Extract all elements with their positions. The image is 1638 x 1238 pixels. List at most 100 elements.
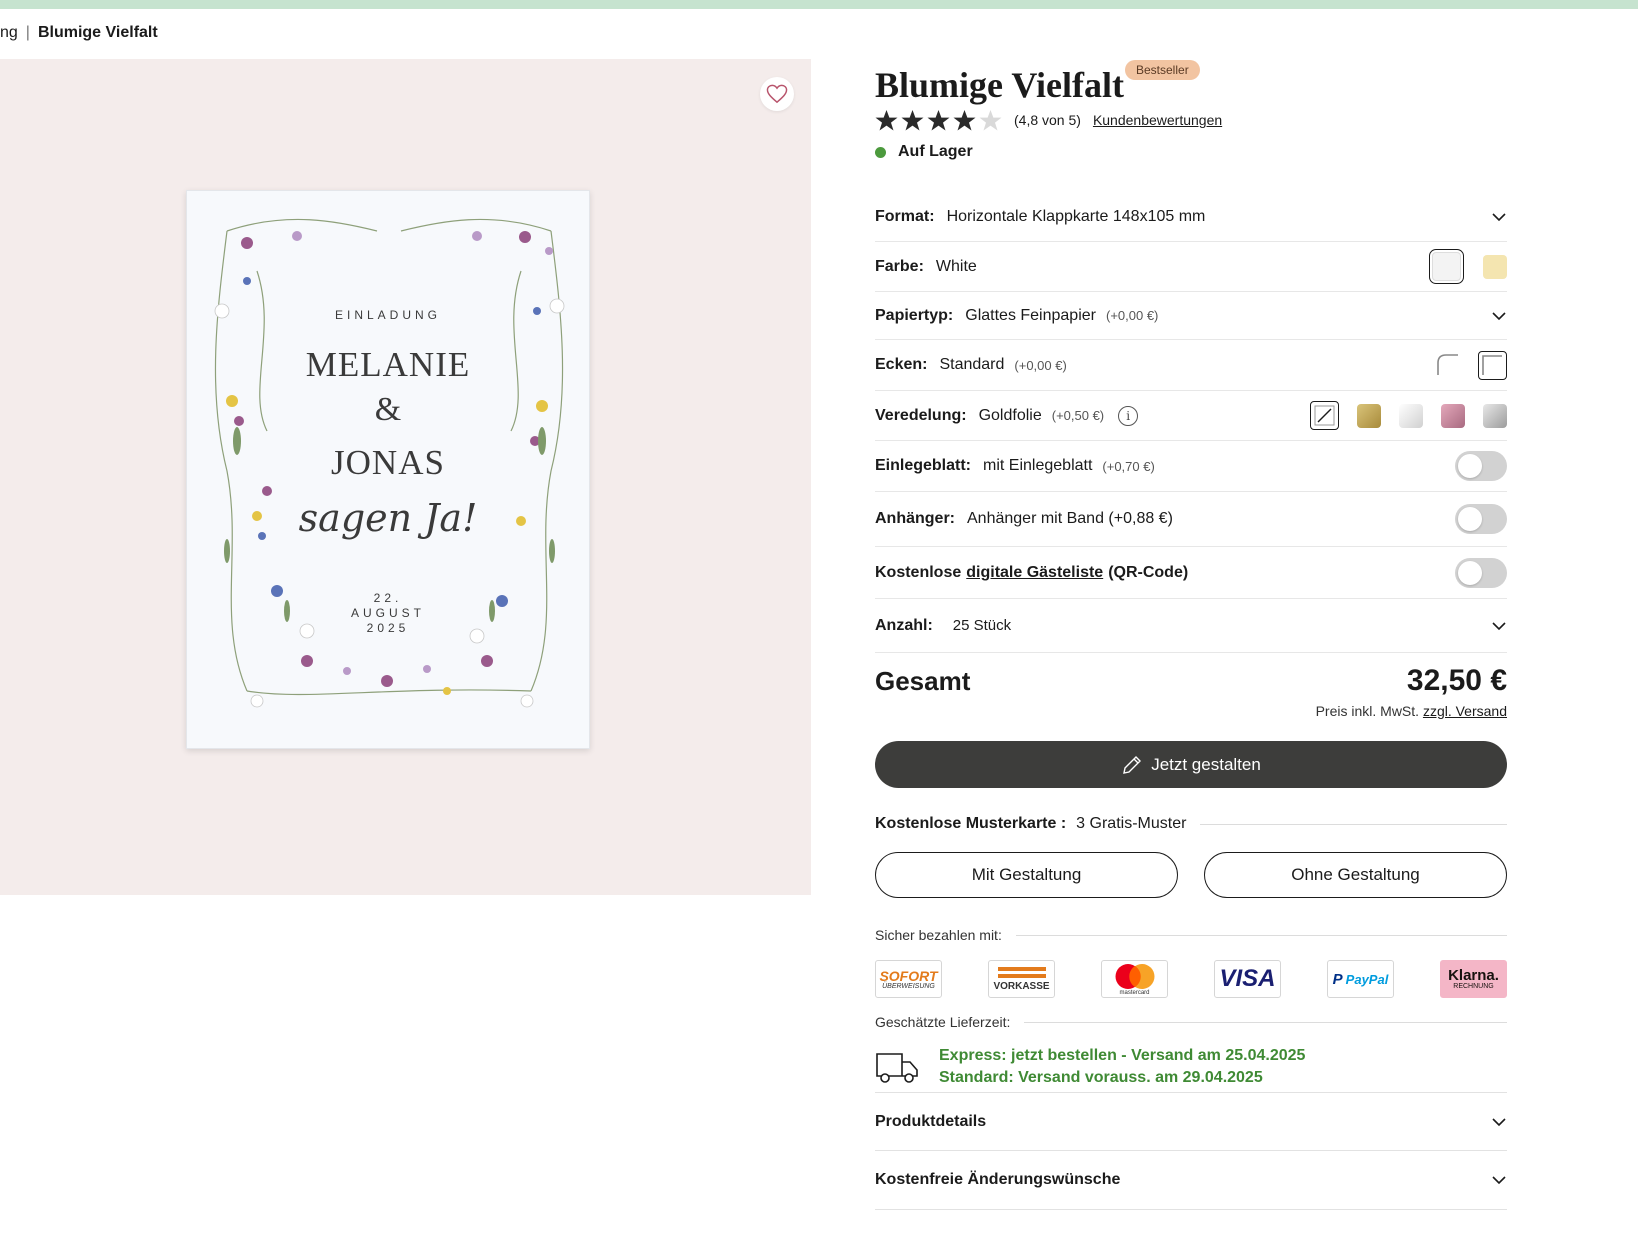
breadcrumb-prev-link[interactable]: ng xyxy=(0,24,18,41)
stock-label: Auf Lager xyxy=(898,143,973,160)
tax-note: Preis inkl. MwSt. zzgl. Versand xyxy=(1316,703,1507,719)
payment-label: Sicher bezahlen mit: xyxy=(875,927,1002,943)
stock-status: Auf Lager xyxy=(875,143,973,161)
gaesteliste-prefix: Kostenlose xyxy=(875,563,962,581)
star-empty-icon xyxy=(979,109,1002,131)
no-finish-icon xyxy=(1314,405,1335,426)
einlegeblatt-value: mit Einlegeblatt xyxy=(983,457,1093,474)
divider xyxy=(1024,1021,1507,1023)
finish-white-swatch[interactable] xyxy=(1399,403,1423,428)
card-date-month: AUGUST xyxy=(350,606,425,620)
card-date: 22. AUGUST 2025 xyxy=(187,591,589,636)
ecken-value: Standard xyxy=(939,356,1005,373)
reviews-link[interactable]: Kundenbewertungen xyxy=(1093,112,1222,128)
total-row: Gesamt 32,50 € xyxy=(875,664,1507,698)
paypal-p-icon: P xyxy=(1332,970,1343,988)
square-corner-option[interactable] xyxy=(1478,350,1507,380)
anhaenger-value: Anhänger mit Band (+0,88 €) xyxy=(967,510,1173,527)
farbe-value: White xyxy=(935,257,977,275)
rating-score: (4,8 von 5) xyxy=(1014,112,1081,128)
total-price: 32,50 € xyxy=(1406,664,1507,697)
finish-rose-swatch[interactable] xyxy=(1441,403,1465,428)
design-now-label: Jetzt gestalten xyxy=(1151,754,1261,774)
star-icon xyxy=(953,109,976,131)
sofort-subtext: ÜBERWEISUNG xyxy=(882,982,935,990)
wishlist-button[interactable] xyxy=(760,77,794,111)
gaesteliste-toggle[interactable] xyxy=(1455,557,1507,588)
design-now-button[interactable]: Jetzt gestalten xyxy=(875,741,1507,788)
rating-row: (4,8 von 5) Kundenbewertungen xyxy=(875,109,1222,131)
accordion-produktdetails[interactable]: Produktdetails xyxy=(875,1092,1507,1151)
veredelung-value: Goldfolie xyxy=(978,406,1042,424)
anhaenger-toggle[interactable] xyxy=(1455,504,1507,534)
invitation-card-image[interactable]: EINLADUNG MELANIE & JONAS sagen Ja! 22. … xyxy=(186,190,590,749)
format-value: Horizontale Klappkarte 148x105 mm xyxy=(946,208,1206,225)
samples-row: Kostenlose Musterkarte : 3 Gratis-Muster xyxy=(875,815,1507,833)
papier-value: Glattes Feinpapier xyxy=(965,306,1096,324)
heart-icon xyxy=(766,84,788,104)
finish-none-option[interactable] xyxy=(1310,401,1339,430)
chevron-down-icon xyxy=(1492,1176,1506,1185)
chevron-down-icon xyxy=(1492,1117,1506,1126)
payment-header: Sicher bezahlen mit: xyxy=(875,927,1507,943)
klarna-logo: Klarna. RECHNUNG xyxy=(1440,960,1507,998)
sample-without-design-button[interactable]: Ohne Gestaltung xyxy=(1204,852,1507,898)
card-date-day: 22. xyxy=(373,591,403,605)
vorkasse-stripe-icon xyxy=(997,966,1046,971)
accordion-aenderungswuensche[interactable]: Kostenfreie Änderungswünsche xyxy=(875,1151,1507,1210)
delivery-label: Geschätzte Lieferzeit: xyxy=(875,1014,1011,1030)
veredelung-price: (+0,50 €) xyxy=(1051,408,1105,423)
einlegeblatt-price: (+0,70 €) xyxy=(1102,458,1155,474)
tax-prefix: Preis inkl. MwSt. xyxy=(1315,703,1420,719)
option-farbe: Farbe: White xyxy=(875,242,1507,292)
delivery-standard: Standard: Versand vorauss. am 29.04.2025 xyxy=(939,1069,1263,1086)
option-veredelung: Veredelung: Goldfolie (+0,50 €) i xyxy=(875,391,1507,441)
sample-with-design-button[interactable]: Mit Gestaltung xyxy=(875,852,1178,898)
info-icon[interactable]: i xyxy=(1118,405,1139,426)
papier-label: Papiertyp: xyxy=(875,306,954,324)
rounded-corner-icon[interactable] xyxy=(1436,353,1460,377)
papier-price: (+0,00 €) xyxy=(1105,308,1159,323)
card-name-1: MELANIE xyxy=(305,345,471,384)
color-swatch-cream[interactable] xyxy=(1483,254,1507,279)
delivery-text: Express: jetzt bestellen - Versand am 25… xyxy=(939,1045,1305,1089)
einlegeblatt-label: Einlegeblatt: xyxy=(875,457,972,474)
gaesteliste-link[interactable]: digitale Gästeliste xyxy=(966,564,1103,582)
gaesteliste-suffix: (QR-Code) xyxy=(1108,563,1189,581)
mastercard-logo: mastercard xyxy=(1101,960,1168,998)
format-label: Format: xyxy=(875,208,935,225)
sofort-logo: SOFORT ÜBERWEISUNG xyxy=(875,960,942,998)
veredelung-label: Veredelung: xyxy=(875,406,967,424)
star-icon xyxy=(875,109,898,131)
farbe-label: Farbe: xyxy=(875,257,924,275)
card-script-text: sagen Ja! xyxy=(298,496,478,540)
sofort-text: SOFORT xyxy=(879,967,938,984)
accordion-produktdetails-label: Produktdetails xyxy=(875,1112,987,1130)
shipping-link[interactable]: zzgl. Versand xyxy=(1423,703,1507,719)
option-anzahl[interactable]: Anzahl: 25 Stück xyxy=(875,599,1507,653)
vorkasse-logo: VORKASSE xyxy=(988,960,1055,998)
option-papiertyp[interactable]: Papiertyp: Glattes Feinpapier (+0,00 €) xyxy=(875,292,1507,340)
delivery-express: Express: jetzt bestellen - Versand am 25… xyxy=(939,1047,1306,1064)
finish-silver-swatch[interactable] xyxy=(1483,403,1507,428)
card-ampersand: & xyxy=(374,391,402,428)
paypal-text: PayPal xyxy=(1345,971,1389,987)
delivery-info: Express: jetzt bestellen - Versand am 25… xyxy=(875,1045,1507,1089)
anhaenger-label: Anhänger: xyxy=(875,510,955,527)
klarna-text: Klarna. xyxy=(1448,967,1499,984)
ecken-price: (+0,00 €) xyxy=(1014,357,1067,373)
chevron-down-icon xyxy=(1492,621,1506,630)
color-swatch-white[interactable] xyxy=(1429,249,1464,284)
finish-gold-swatch[interactable] xyxy=(1357,403,1381,428)
pencil-icon xyxy=(1123,755,1142,774)
in-stock-dot-icon xyxy=(875,146,886,158)
einlegeblatt-toggle[interactable] xyxy=(1455,451,1507,481)
mastercard-circles-icon xyxy=(1115,963,1154,989)
delivery-header: Geschätzte Lieferzeit: xyxy=(875,1014,1507,1030)
vorkasse-text: VORKASSE xyxy=(993,980,1050,992)
top-accent-bar xyxy=(0,0,1638,9)
star-icon xyxy=(927,109,950,131)
visa-logo: VISA xyxy=(1214,960,1281,998)
option-format[interactable]: Format: Horizontale Klappkarte 148x105 m… xyxy=(875,193,1507,242)
mastercard-text: mastercard xyxy=(1119,989,1150,996)
